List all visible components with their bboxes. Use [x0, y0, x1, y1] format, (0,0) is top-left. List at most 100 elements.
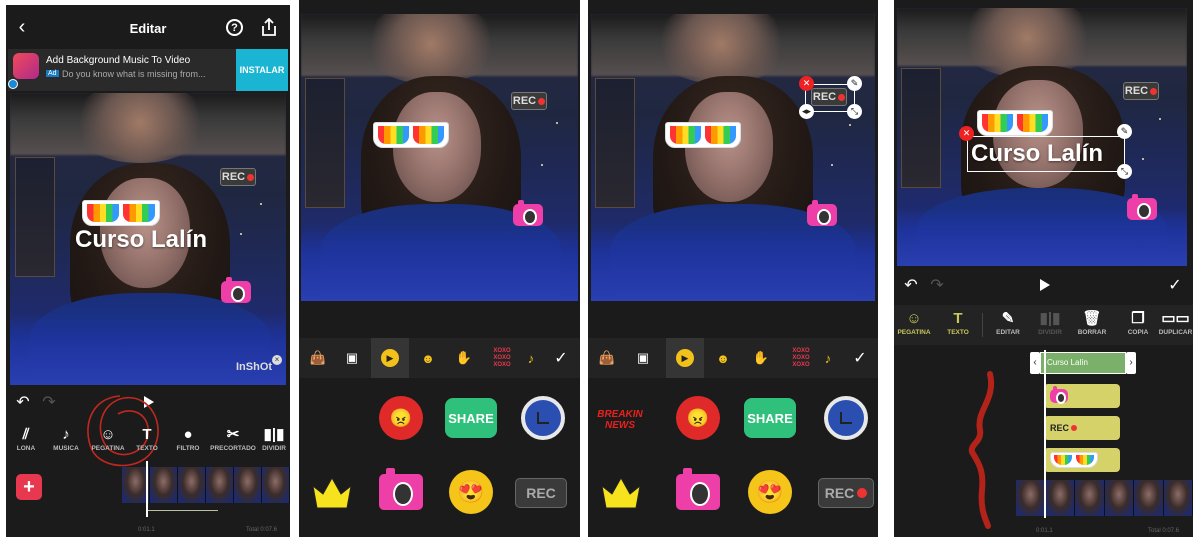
trim-left-handle[interactable]: ‹ [1030, 352, 1040, 374]
tool-pegatina[interactable]: ☺ PEGATINA [88, 425, 128, 452]
music-note-icon[interactable]: ♪ [523, 342, 539, 374]
crown-sticker[interactable] [600, 476, 642, 510]
rec-track-label: REC [1050, 423, 1070, 433]
clock-sticker[interactable] [521, 396, 565, 440]
camera-sticker[interactable] [807, 200, 837, 226]
breaking-news-sticker[interactable]: BREAKIN NEWS [592, 402, 648, 438]
red-scribble [968, 371, 995, 529]
video-text-overlay[interactable]: Curso Lalín [971, 140, 1103, 168]
close-icon[interactable]: ✕ [959, 126, 974, 141]
angry-face-sticker[interactable]: 😠 [379, 396, 423, 440]
undo-icon[interactable]: ↶ [14, 393, 32, 411]
grin-icon[interactable]: ☻ [708, 342, 738, 374]
camera-sticker[interactable] [513, 200, 543, 226]
watermark[interactable]: InShOt [236, 361, 272, 373]
tool-dividir[interactable]: ▮|▮ DIVIDIR [1030, 309, 1070, 336]
text-toolbar: ☺ PEGATINA T TEXTO ✎ EDITAR ▮|▮ DIVIDIR 🗑 BOR… [894, 305, 1193, 345]
confirm-check-icon[interactable]: ✓ [1164, 276, 1186, 294]
split-icon: ▮|▮ [1039, 310, 1061, 327]
tool-lona[interactable]: ⫽ LONA [10, 425, 42, 452]
rec-sticker[interactable]: REC [811, 88, 847, 106]
heart-eyes-sticker[interactable]: 😍 [748, 470, 792, 514]
rec-sticker[interactable]: REC [511, 92, 547, 110]
close-icon[interactable]: ✕ [799, 76, 814, 91]
redo-icon[interactable]: ↷ [40, 393, 58, 411]
glasses-sticker[interactable] [665, 122, 741, 148]
xoxo-icon[interactable]: XOXO XOXO XOXO [784, 342, 818, 374]
glasses-sticker[interactable] [82, 200, 160, 226]
tool-texto[interactable]: T TEXTO [938, 309, 978, 336]
text-add-icon: T [953, 310, 963, 327]
hand-icon[interactable]: ✋ [746, 342, 776, 374]
pencil-icon[interactable]: ✎ [847, 76, 862, 91]
play-icon[interactable]: ▶ [371, 338, 409, 378]
video-preview[interactable]: REC ✕ ✎ ◂▸ ⤡ [591, 14, 875, 301]
bag-icon[interactable]: 👜 [592, 342, 622, 374]
video-preview[interactable]: REC [301, 14, 578, 301]
rec-sticker[interactable]: REC [220, 168, 256, 186]
rec-sticker-option[interactable]: REC [818, 478, 874, 508]
glasses-track[interactable] [1044, 448, 1120, 472]
add-clip-button[interactable]: + [16, 474, 42, 500]
camera-sticker-option[interactable] [676, 467, 720, 510]
resize-icon[interactable]: ⤡ [847, 104, 862, 119]
playhead[interactable] [146, 461, 148, 517]
playhead[interactable] [1044, 350, 1046, 518]
crown-sticker[interactable] [311, 476, 353, 510]
trim-right-handle[interactable]: › [1126, 352, 1136, 374]
ad-subtitle: Do you know what is missing from... [62, 69, 206, 79]
text-track[interactable]: Curso Lalín [1040, 352, 1126, 374]
clock-sticker[interactable] [824, 396, 868, 440]
tool-texto[interactable]: T TEXTO [130, 425, 164, 452]
xoxo-icon[interactable]: XOXO XOXO XOXO [485, 342, 519, 374]
tool-borrar[interactable]: 🗑 BORRAR [1074, 309, 1110, 336]
rec-sticker-option[interactable]: REC [515, 478, 567, 508]
glasses-sticker[interactable] [373, 122, 449, 148]
glasses-sticker[interactable] [977, 110, 1053, 136]
video-preview[interactable]: Curso Lalín ✕ ✎ ⤡ REC [897, 8, 1187, 266]
share-icon[interactable] [261, 17, 277, 37]
help-icon[interactable]: ? [226, 19, 243, 36]
grin-icon[interactable]: ☻ [413, 342, 443, 374]
pencil-icon[interactable]: ✎ [1117, 124, 1132, 139]
install-button[interactable]: INSTALAR [236, 49, 288, 91]
undo-icon[interactable]: ↶ [902, 276, 920, 294]
play-icon[interactable]: ▶ [666, 338, 704, 378]
camera-track[interactable] [1044, 384, 1120, 408]
share-sticker[interactable]: SHARE [445, 398, 497, 438]
resize-icon[interactable]: ⤡ [1117, 164, 1132, 179]
confirm-check-icon[interactable]: ✓ [547, 342, 575, 374]
ad-banner[interactable]: Add Background Music To Video Ad Do you … [8, 49, 288, 91]
play-icon[interactable] [1036, 276, 1054, 294]
heart-eyes-sticker[interactable]: 😍 [449, 470, 493, 514]
music-note-icon[interactable]: ♪ [820, 342, 836, 374]
rec-track[interactable]: REC [1044, 416, 1120, 440]
bag-icon[interactable]: 👜 [303, 342, 333, 374]
tool-copia[interactable]: ❐ COPIA [1120, 309, 1156, 336]
flip-icon[interactable]: ◂▸ [799, 104, 814, 119]
confirm-check-icon[interactable]: ✓ [846, 342, 874, 374]
tool-dividir[interactable]: ▮|▮ DIVIDIR [258, 425, 290, 452]
video-preview[interactable]: Curso Lalín REC InShOt × [10, 93, 286, 385]
hand-icon[interactable]: ✋ [449, 342, 479, 374]
tool-precortado[interactable]: ✂ PRECORTADO [208, 425, 258, 452]
camera-sticker-option[interactable] [379, 467, 423, 510]
tool-label: BORRAR [1077, 329, 1107, 336]
image-icon[interactable]: ▣ [337, 342, 367, 374]
camera-sticker[interactable] [221, 277, 251, 303]
timeline-strip[interactable] [1016, 480, 1193, 516]
watermark-close-icon[interactable]: × [272, 355, 282, 365]
video-text-overlay[interactable]: Curso Lalín [75, 226, 207, 254]
tool-duplicar[interactable]: ▭▭ DUPLICAR [1158, 309, 1193, 336]
scissors-icon: ✂ [226, 426, 240, 443]
angry-face-sticker[interactable]: 😠 [676, 396, 720, 440]
rec-sticker[interactable]: REC [1123, 82, 1159, 100]
tool-editar[interactable]: ✎ EDITAR [990, 309, 1026, 336]
tool-filtro[interactable]: ● FILTRO [170, 425, 206, 452]
share-sticker[interactable]: SHARE [744, 398, 796, 438]
tool-pegatina[interactable]: ☺ PEGATINA [894, 309, 934, 336]
camera-sticker[interactable] [1127, 194, 1157, 220]
image-icon[interactable]: ▣ [628, 342, 658, 374]
redo-icon[interactable]: ↷ [928, 276, 946, 294]
tool-musica[interactable]: ♪ MUSICA [48, 425, 84, 452]
